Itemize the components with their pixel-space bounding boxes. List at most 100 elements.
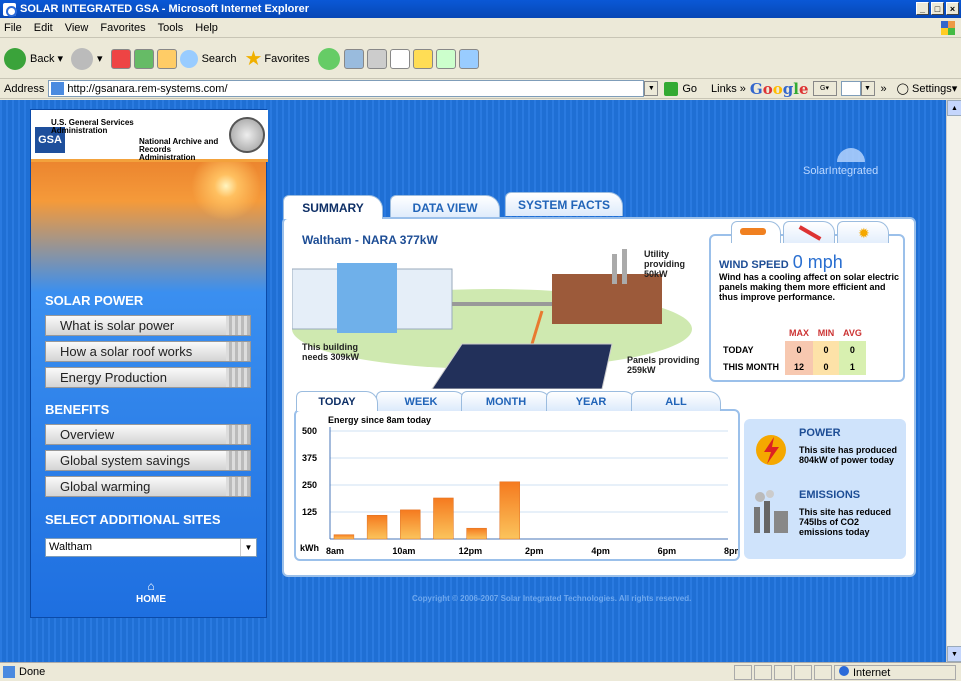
scroll-down-icon[interactable]: ▼	[947, 646, 961, 662]
address-dropdown-icon[interactable]: ▼	[644, 81, 659, 96]
menu-edit[interactable]: Edit	[34, 22, 53, 34]
overflow-chevron-icon[interactable]: »	[881, 83, 887, 95]
print-icon[interactable]	[366, 48, 387, 69]
edit-icon[interactable]	[389, 48, 410, 69]
nav-what-is-solar-power[interactable]: What is solar power	[45, 315, 251, 336]
settings-button[interactable]: ◯ Settings▾	[897, 82, 958, 95]
maximize-button[interactable]: □	[931, 2, 944, 15]
site-select-value: Waltham	[49, 541, 92, 553]
thermometer-icon	[798, 225, 822, 241]
chart-bar	[400, 509, 421, 540]
nav-global-system-savings[interactable]: Global system savings	[45, 450, 251, 471]
tab-today[interactable]: TODAY	[296, 391, 378, 411]
y-tick-label: 375	[302, 453, 317, 463]
nara-agency-name: National Archive and Records Administrat…	[139, 137, 219, 162]
menu-bar: File Edit View Favorites Tools Help	[0, 18, 961, 38]
scroll-up-icon[interactable]: ▲	[947, 100, 961, 116]
menu-tools[interactable]: Tools	[158, 22, 184, 34]
forward-button[interactable]: ▾	[71, 47, 103, 70]
copyright-text: Copyright © 2006-2007 Solar Integrated T…	[412, 594, 692, 603]
chart-bar	[366, 514, 388, 540]
wind-speed: WIND SPEED 0 mph	[719, 252, 843, 272]
tab-temperature[interactable]	[783, 221, 835, 243]
minimize-button[interactable]: _	[916, 2, 929, 15]
menu-view[interactable]: View	[65, 22, 89, 34]
tab-data-view[interactable]: DATA VIEW	[390, 195, 500, 219]
gsa-logo[interactable]: GSA U.S. General Services Administration…	[31, 110, 268, 162]
x-tick-label: 12pm	[459, 546, 483, 556]
messenger-icon[interactable]	[458, 48, 479, 69]
chart-bar	[433, 497, 454, 540]
web-page: GSA U.S. General Services Administration…	[0, 100, 946, 662]
select-sites-heading: SELECT ADDITIONAL SITES	[45, 512, 221, 527]
home-link[interactable]: ⌂ HOME	[91, 580, 211, 620]
refresh-icon[interactable]	[133, 48, 154, 69]
search-button[interactable]: Search	[179, 49, 236, 68]
nav-global-warming[interactable]: Global warming	[45, 476, 251, 497]
history-icon[interactable]	[317, 47, 340, 70]
tab-system-facts[interactable]: SYSTEM FACTS	[505, 192, 623, 216]
status-bar: Done Internet	[0, 662, 961, 681]
x-tick-label: 4pm	[591, 546, 610, 556]
go-button[interactable]: Go	[664, 81, 697, 96]
go-arrow-icon	[664, 81, 679, 96]
y-axis-label: kWh	[300, 543, 319, 553]
stop-icon[interactable]	[110, 48, 131, 69]
google-logo: Google	[749, 79, 809, 98]
mail-icon[interactable]	[343, 48, 364, 69]
wind-description: Wind has a cooling affect on solar elect…	[719, 272, 899, 302]
power-heading: POWER	[799, 427, 841, 439]
tab-year[interactable]: YEAR	[546, 391, 636, 411]
nav-energy-production[interactable]: Energy Production	[45, 367, 251, 388]
folder-icon[interactable]	[412, 48, 433, 69]
site-title: Waltham - NARA 377kW	[302, 233, 438, 247]
emissions-text: This site has reduced 745lbs of CO2 emis…	[799, 507, 892, 537]
status-text: Done	[19, 666, 46, 678]
address-input[interactable]: http://gsanara.rem-systems.com/	[48, 80, 645, 97]
sun-graphic	[181, 162, 271, 222]
back-button[interactable]: Back ▾	[4, 47, 63, 70]
google-search-dropdown[interactable]: G▾	[812, 81, 837, 96]
links-button[interactable]: Links »	[711, 83, 746, 95]
y-tick-label: 250	[302, 480, 317, 490]
house-icon: ⌂	[147, 579, 155, 593]
table-row: TODAY 0 0 0	[719, 341, 866, 358]
browser-toolbar: Back ▾ ▾ Search ★ Favorites	[0, 39, 961, 79]
tab-month[interactable]: MONTH	[461, 391, 551, 411]
favorites-button[interactable]: ★ Favorites	[244, 46, 309, 71]
home-icon[interactable]	[156, 48, 177, 69]
chevron-down-icon: ▼	[240, 539, 256, 556]
windows-logo-icon	[941, 21, 955, 35]
impact-panel: POWER This site has produced 804kW of po…	[744, 419, 906, 559]
building-label: This building needs 309kW	[302, 342, 360, 362]
menu-favorites[interactable]: Favorites	[100, 22, 145, 34]
nav-how-solar-roof-works[interactable]: How a solar roof works	[45, 341, 251, 362]
sun-icon: ✹	[858, 225, 870, 241]
vertical-scrollbar[interactable]: ▲ ▼	[946, 100, 961, 662]
nav-overview[interactable]: Overview	[45, 424, 251, 445]
gsa-agency-name: U.S. General Services Administration	[51, 118, 134, 135]
tab-wind[interactable]	[731, 221, 781, 243]
site-select[interactable]: Waltham ▼	[45, 538, 257, 557]
tab-summary[interactable]: SUMMARY	[283, 195, 383, 219]
tab-all[interactable]: ALL	[631, 391, 721, 411]
search-icon	[179, 49, 198, 68]
google-dropdown-icon[interactable]: ▼	[860, 81, 875, 96]
google-search-field[interactable]	[840, 81, 861, 96]
menu-help[interactable]: Help	[195, 22, 218, 34]
x-tick-label: 6pm	[658, 546, 677, 556]
y-tick-label: 125	[302, 507, 317, 517]
tab-week[interactable]: WEEK	[376, 391, 466, 411]
window-titlebar: SOLAR INTEGRATED GSA - Microsoft Interne…	[0, 0, 961, 18]
address-bar: Address http://gsanara.rem-systems.com/ …	[0, 79, 961, 99]
close-button[interactable]: ×	[946, 2, 959, 15]
menu-file[interactable]: File	[4, 22, 22, 34]
page-status-icon	[3, 666, 15, 678]
research-icon[interactable]	[435, 48, 456, 69]
solar-integrated-logo: SolarIntegrated	[803, 148, 878, 177]
address-label: Address	[4, 82, 45, 95]
tab-sun[interactable]: ✹	[837, 221, 889, 243]
x-tick-label: 8pm	[724, 546, 738, 556]
x-tick-label: 2pm	[525, 546, 544, 556]
page-icon	[51, 82, 65, 95]
